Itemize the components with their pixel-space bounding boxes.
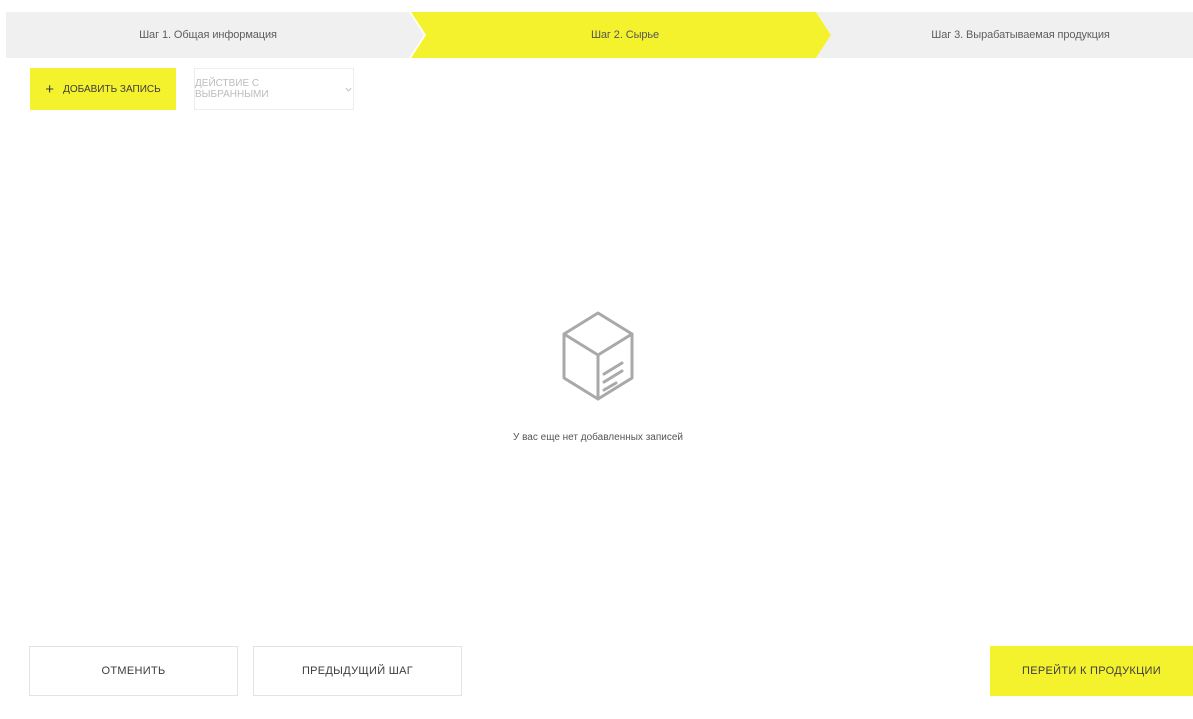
page: Шаг 1. Общая информация Шаг 2. Сырье Шаг…	[0, 0, 1193, 719]
box-icon	[562, 311, 634, 401]
bulk-action-label: ДЕЙСТВИЕ С ВЫБРАННЫМИ	[195, 78, 269, 100]
cancel-button[interactable]: ОТМЕНИТЬ	[29, 646, 238, 696]
step-label: Шаг 1. Общая информация	[139, 29, 277, 41]
add-record-label: ДОБАВИТЬ ЗАПИСЬ	[63, 83, 161, 95]
plus-icon: +	[45, 80, 55, 98]
go-to-products-label: ПЕРЕЙТИ К ПРОДУКЦИИ	[1022, 665, 1161, 677]
chevron-down-icon	[345, 87, 352, 92]
step-general-info[interactable]: Шаг 1. Общая информация	[6, 12, 424, 58]
stepper: Шаг 1. Общая информация Шаг 2. Сырье Шаг…	[6, 12, 1193, 58]
empty-state: У вас еще нет добавленных записей	[450, 308, 746, 458]
previous-step-button[interactable]: ПРЕДЫДУЩИЙ ШАГ	[253, 646, 462, 696]
step-raw-materials[interactable]: Шаг 2. Сырье	[411, 12, 831, 58]
empty-state-message: У вас еще нет добавленных записей	[512, 432, 684, 443]
go-to-products-button[interactable]: ПЕРЕЙТИ К ПРОДУКЦИИ	[990, 646, 1193, 696]
cancel-label: ОТМЕНИТЬ	[101, 665, 166, 677]
step-label: Шаг 3. Вырабатываемая продукция	[931, 29, 1110, 41]
step-products[interactable]: Шаг 3. Вырабатываемая продукция	[816, 12, 1193, 58]
step-label: Шаг 2. Сырье	[590, 29, 660, 41]
bulk-action-dropdown[interactable]: ДЕЙСТВИЕ С ВЫБРАННЫМИ	[194, 68, 354, 110]
previous-step-label: ПРЕДЫДУЩИЙ ШАГ	[301, 665, 414, 677]
add-record-button[interactable]: + ДОБАВИТЬ ЗАПИСЬ	[30, 68, 176, 110]
